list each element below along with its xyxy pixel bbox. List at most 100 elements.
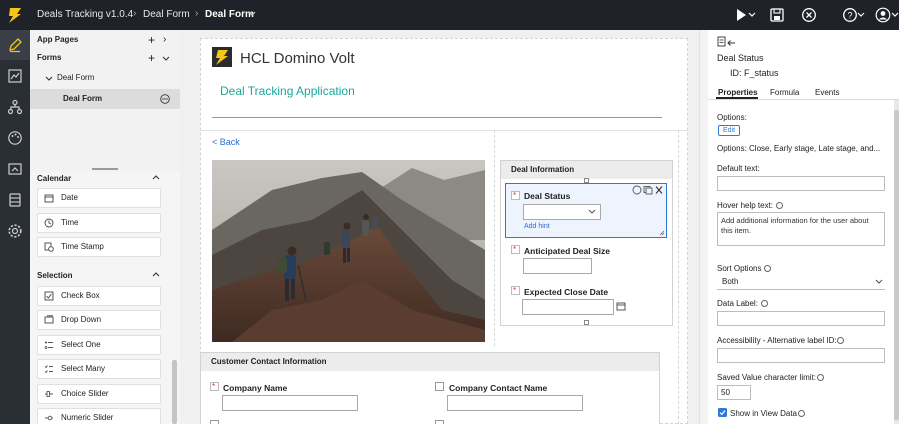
checkbox[interactable]	[435, 420, 444, 424]
help-icon[interactable]: ?	[842, 7, 858, 23]
run-icon[interactable]	[733, 7, 749, 23]
palette-item-time-stamp[interactable]: Time Stamp	[37, 237, 161, 257]
sort-options-value: Both	[722, 277, 739, 286]
field-toolbar	[632, 185, 663, 195]
tab-events[interactable]: Events	[815, 88, 839, 97]
chart-icon[interactable]	[7, 68, 23, 84]
props-field-id: ID: F_status	[730, 68, 779, 78]
breadcrumb-separator: ›	[133, 8, 137, 19]
top-bar: Deals Tracking v1.0.4 › Deal Form › Deal…	[0, 0, 899, 30]
chevron-down-icon[interactable]	[162, 55, 170, 63]
tree-app-pages[interactable]: App Pages + ›	[30, 30, 180, 50]
database-icon[interactable]	[7, 192, 23, 208]
chevron-right-icon[interactable]: ›	[163, 30, 166, 50]
tree-form-item-selected[interactable]: Deal Form	[30, 89, 180, 109]
hover-help-label: Hover help text:	[717, 201, 774, 210]
close-date-input[interactable]	[522, 299, 614, 315]
breadcrumb-form[interactable]: Deal Form	[143, 9, 190, 20]
chevron-down-icon[interactable]	[891, 11, 899, 19]
palette-item-date[interactable]: Date	[37, 188, 161, 208]
tree-form-group[interactable]: Deal Form	[30, 68, 180, 88]
user-icon[interactable]	[875, 7, 891, 23]
tree-icon[interactable]	[7, 99, 23, 115]
required-icon	[511, 286, 520, 295]
volt-logo-icon	[9, 8, 21, 23]
options-value: Options: Close, Early stage, Late stage,…	[717, 144, 881, 153]
add-hint-link[interactable]: Add hint	[524, 223, 550, 230]
panel-collapse-icon[interactable]	[717, 36, 737, 48]
app-title[interactable]: Deals Tracking v1.0.4	[37, 9, 133, 20]
resize-grip-icon[interactable]	[659, 230, 665, 236]
deal-status-dropdown[interactable]	[523, 204, 601, 220]
chevron-down-icon[interactable]	[748, 11, 756, 19]
more-options-icon[interactable]	[160, 94, 170, 104]
properties-splitter[interactable]	[699, 30, 708, 424]
help-icon[interactable]	[764, 265, 771, 272]
save-icon[interactable]	[769, 7, 785, 23]
palette-item-select-one[interactable]: Select One	[37, 335, 161, 355]
help-icon[interactable]	[776, 202, 783, 209]
palette-item-label: Drop Down	[61, 315, 102, 324]
resize-handle[interactable]	[584, 320, 589, 325]
palette-item-select-many[interactable]: Select Many	[37, 359, 161, 379]
tree-forms[interactable]: Forms +	[30, 48, 180, 68]
deal-size-label: Anticipated Deal Size	[524, 246, 610, 256]
palette-item-label: Check Box	[61, 291, 100, 300]
back-link[interactable]: < Back	[212, 137, 240, 147]
checkbox[interactable]	[435, 382, 444, 391]
hover-help-textarea[interactable]: Add additional information for the user …	[717, 212, 885, 246]
saved-limit-label: Saved Value character limit:	[717, 373, 817, 382]
settings-icon[interactable]	[7, 223, 23, 239]
sort-options-select[interactable]: Both	[717, 275, 885, 290]
palette-item-time[interactable]: Time	[37, 213, 161, 233]
tab-formula[interactable]: Formula	[770, 88, 799, 97]
palette-item-check-box[interactable]: Check Box	[37, 286, 161, 306]
divider	[212, 117, 662, 118]
palette-selection-header[interactable]: Selection	[37, 271, 73, 280]
help-icon[interactable]	[761, 300, 768, 307]
default-text-input[interactable]	[717, 176, 885, 191]
chevron-up-icon[interactable]	[151, 173, 161, 183]
show-in-view-checkbox[interactable]	[718, 408, 727, 417]
company-name-input[interactable]	[222, 395, 358, 411]
clock-icon	[44, 218, 54, 228]
chevron-down-icon[interactable]	[248, 10, 256, 18]
help-icon[interactable]	[817, 374, 824, 381]
add-form-icon[interactable]: +	[148, 48, 155, 68]
palette-item-label: Select Many	[61, 364, 106, 373]
help-icon[interactable]	[798, 410, 805, 417]
edit-icon[interactable]	[7, 37, 23, 53]
checkbox[interactable]	[210, 420, 219, 424]
breadcrumb-current[interactable]: Deal Form	[205, 9, 254, 20]
chevron-up-icon[interactable]	[151, 270, 161, 280]
data-label-input[interactable]	[717, 311, 885, 326]
palette-item-drop-down[interactable]: Drop Down	[37, 310, 161, 330]
palette-item-choice-slider[interactable]: Choice Slider	[37, 384, 161, 404]
tab-properties[interactable]: Properties	[718, 88, 758, 97]
palette-calendar-header[interactable]: Calendar	[37, 174, 71, 183]
required-icon	[511, 245, 520, 254]
deal-size-input[interactable]	[523, 258, 592, 274]
company-contact-input[interactable]	[447, 395, 583, 411]
chevron-down-icon[interactable]	[45, 75, 53, 83]
chevron-down-icon[interactable]	[857, 11, 865, 19]
palette-item-numeric-slider[interactable]: Numeric Slider	[37, 408, 161, 424]
accessibility-input[interactable]	[717, 348, 885, 363]
tree-app-pages-label: App Pages	[37, 35, 79, 44]
palette-item-label: Numeric Slider	[61, 413, 114, 422]
slider-icon	[45, 391, 53, 397]
divider	[200, 130, 688, 131]
close-icon[interactable]	[801, 7, 817, 23]
saved-limit-input[interactable]: 50	[717, 385, 751, 400]
palette-icon[interactable]	[7, 130, 23, 146]
help-icon[interactable]	[837, 337, 844, 344]
calendar-icon[interactable]	[616, 301, 626, 311]
palette-scrollbar[interactable]	[172, 360, 177, 424]
add-page-icon[interactable]: +	[148, 30, 155, 50]
palette-item-label: Date	[61, 193, 78, 202]
properties-scrollbar[interactable]	[894, 100, 899, 424]
dropdown-icon	[44, 315, 54, 324]
edit-options-button[interactable]: Edit	[718, 125, 740, 136]
tree-forms-label: Forms	[37, 53, 62, 62]
data-icon[interactable]	[7, 161, 23, 177]
